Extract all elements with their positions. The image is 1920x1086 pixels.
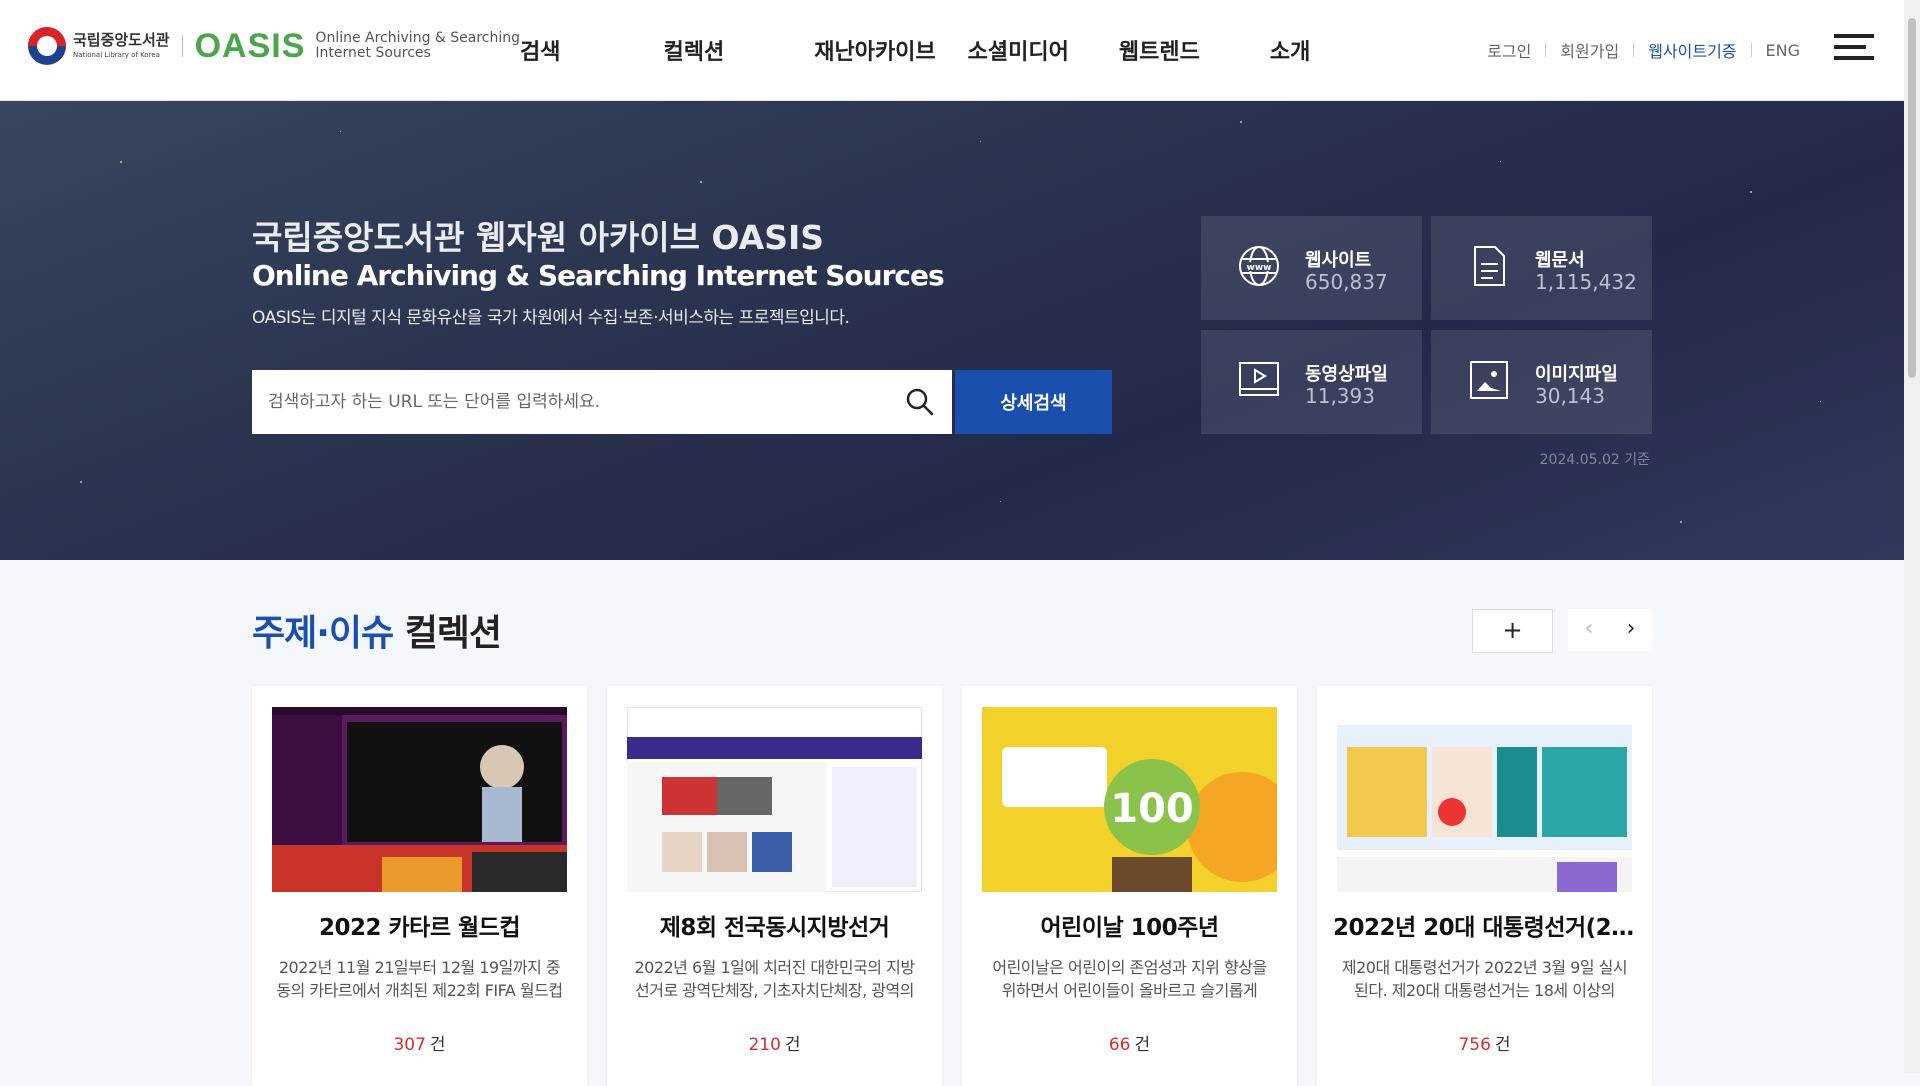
- hero-subtitle: Online Archiving & Searching Internet So…: [252, 259, 945, 292]
- advanced-search-button[interactable]: 상세검색: [955, 370, 1112, 434]
- collection-card[interactable]: 100 어린이날 100주년 어린이날은 어린이의 존엄성과 지위 향상을 위하…: [962, 686, 1297, 1086]
- card-title: 어린이날 100주년: [1040, 915, 1219, 941]
- nav-web-trend[interactable]: 웹트렌드: [1119, 34, 1200, 66]
- section-title-accent: 주제·이슈: [252, 613, 394, 654]
- card-count: 66 건: [962, 1030, 1297, 1055]
- card-thumbnail: 100: [982, 707, 1277, 892]
- card-count-number: 307: [393, 1035, 426, 1055]
- card-title: 2022 카타르 월드컵: [319, 915, 521, 941]
- card-count-unit: 건: [784, 1035, 801, 1055]
- stat-value: 1,115,432: [1535, 270, 1637, 294]
- brand-sub-line-1: Online Archiving & Searching: [315, 30, 521, 46]
- page-scrollbar[interactable]: [1904, 0, 1920, 1073]
- site-header: 국립중앙도서관 National Library of Korea OASIS …: [0, 0, 1920, 101]
- collection-card[interactable]: 2022년 20대 대통령선거(20대 대선) 제20대 대통령선거가 2022…: [1317, 686, 1652, 1086]
- card-description: 제20대 대통령선거가 2022년 3월 9일 실시된다. 제20대 대통령선거…: [1341, 958, 1628, 1000]
- library-name-ko: 국립중앙도서관: [73, 31, 170, 49]
- card-description: 2022년 6월 1일에 치러진 대한민국의 지방선거로 광역단체장, 기초자치…: [634, 958, 915, 1000]
- card-count-number: 66: [1108, 1035, 1131, 1055]
- svg-text:100: 100: [1110, 786, 1194, 832]
- card-count-unit: 건: [429, 1035, 446, 1055]
- nav-search[interactable]: 검색: [520, 34, 560, 66]
- brand-sub-line-2: Internet Sources: [315, 45, 431, 61]
- card-count: 756 건: [1317, 1030, 1652, 1055]
- hero-banner: 국립중앙도서관 웹자원 아카이브 OASIS Online Archiving …: [0, 101, 1904, 560]
- nav-social-media[interactable]: 소셜미디어: [968, 34, 1069, 66]
- stats-date: 2024.05.02 기준: [1539, 452, 1650, 468]
- nav-about[interactable]: 소개: [1270, 34, 1310, 66]
- card-thumbnail: [627, 707, 922, 892]
- english-link[interactable]: ENG: [1766, 41, 1800, 60]
- stat-label: 웹문서: [1535, 250, 1585, 271]
- util-divider: [1633, 43, 1635, 57]
- card-count-unit: 건: [1134, 1035, 1151, 1055]
- card-title: 제8회 전국동시지방선거: [659, 915, 890, 941]
- collection-section-title: 주제·이슈 컬렉션: [252, 604, 502, 656]
- util-divider: [1750, 43, 1752, 57]
- national-emblem-icon: [28, 27, 66, 65]
- card-count-unit: 건: [1494, 1035, 1511, 1055]
- card-title: 2022년 20대 대통령선거(20대 대선): [1333, 915, 1636, 941]
- nav-collection[interactable]: 컬렉션: [663, 34, 724, 66]
- collection-card[interactable]: 2022 카타르 월드컵 2022년 11월 21일부터 12월 19일까지 중…: [252, 686, 587, 1086]
- signup-link[interactable]: 회원가입: [1560, 38, 1619, 62]
- util-divider: [1545, 43, 1547, 57]
- search-box: [252, 370, 952, 434]
- search-icon[interactable]: [888, 370, 952, 434]
- library-name: 국립중앙도서관 National Library of Korea: [73, 33, 170, 59]
- image-icon: [1467, 358, 1511, 406]
- library-name-en: National Library of Korea: [73, 51, 160, 59]
- collection-cards: 2022 카타르 월드컵 2022년 11월 21일부터 12월 19일까지 중…: [252, 686, 1652, 1086]
- stat-label: 웹사이트: [1305, 250, 1372, 271]
- next-button[interactable]: ›: [1610, 609, 1652, 651]
- oasis-brand-sub: Online Archiving & Searching Internet So…: [315, 31, 520, 61]
- card-count: 307 건: [252, 1030, 587, 1055]
- collection-card[interactable]: 제8회 전국동시지방선거 2022년 6월 1일에 치러진 대한민국의 지방선거…: [607, 686, 942, 1086]
- stat-websites: www 웹사이트 650,837: [1201, 216, 1422, 320]
- stat-web-documents: 웹문서 1,115,432: [1431, 216, 1652, 320]
- stat-images: 이미지파일 30,143: [1431, 330, 1652, 434]
- card-thumbnail: [272, 707, 567, 892]
- card-description: 어린이날은 어린이의 존엄성과 지위 향상을 위하면서 어린이들이 올바르고 슬…: [992, 958, 1267, 1000]
- login-link[interactable]: 로그인: [1487, 38, 1531, 62]
- card-count: 210 건: [607, 1030, 942, 1055]
- website-donation-link[interactable]: 웹사이트기증: [1648, 38, 1736, 62]
- logo-divider: [181, 35, 183, 57]
- svg-text:www: www: [1247, 263, 1272, 273]
- stat-value: 30,143: [1535, 384, 1605, 408]
- stat-value: 11,393: [1305, 384, 1375, 408]
- globe-icon: www: [1237, 244, 1281, 292]
- utility-menu: 로그인 회원가입 웹사이트기증 ENG: [1487, 0, 1800, 100]
- card-thumbnail: [1337, 707, 1632, 892]
- oasis-brand: OASIS: [194, 27, 306, 65]
- stat-value: 650,837: [1305, 270, 1388, 294]
- stat-videos: 동영상파일 11,393: [1201, 330, 1422, 434]
- prev-button[interactable]: ‹: [1568, 609, 1610, 651]
- site-logo[interactable]: 국립중앙도서관 National Library of Korea OASIS …: [28, 26, 520, 66]
- hamburger-menu-icon[interactable]: [1834, 34, 1874, 64]
- search-input[interactable]: [252, 391, 888, 413]
- video-icon: [1237, 358, 1281, 406]
- card-description: 2022년 11월 21일부터 12월 19일까지 중동의 카타르에서 개최된 …: [276, 958, 563, 1000]
- stat-label: 이미지파일: [1535, 364, 1618, 385]
- more-button[interactable]: +: [1472, 609, 1553, 653]
- card-count-number: 756: [1458, 1035, 1491, 1055]
- stat-label: 동영상파일: [1305, 364, 1388, 385]
- nav-disaster-archive[interactable]: 재난아카이브: [814, 34, 935, 66]
- main-nav: 검색 컬렉션 재난아카이브 소셜미디어 웹트렌드 소개: [520, 0, 1310, 100]
- section-title-rest: 컬렉션: [393, 613, 502, 654]
- card-count-number: 210: [748, 1035, 781, 1055]
- scrollbar-thumb[interactable]: [1908, 18, 1916, 378]
- hero-title: 국립중앙도서관 웹자원 아카이브 OASIS: [252, 218, 825, 257]
- document-icon: [1467, 244, 1511, 292]
- hero-description: OASIS는 디지털 지식 문화유산을 국가 차원에서 수집·보존·서비스하는 …: [252, 308, 850, 328]
